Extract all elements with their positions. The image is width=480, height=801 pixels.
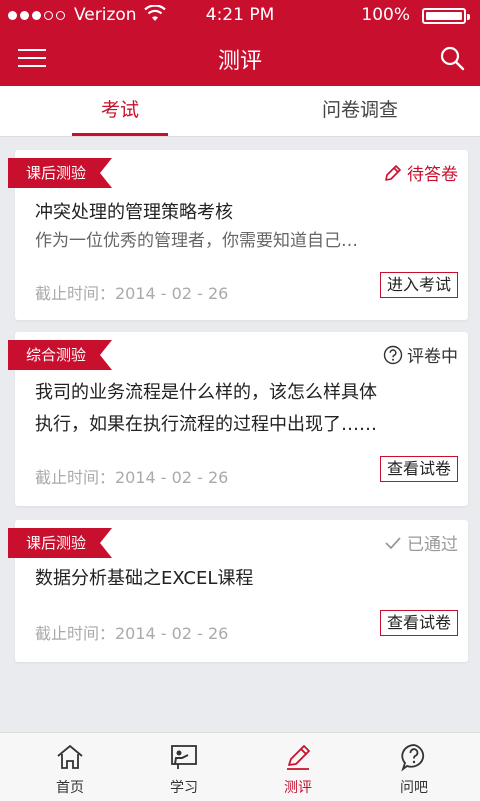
bottom-nav-assessment[interactable]: 测评 bbox=[238, 733, 358, 801]
page-title: 测评 bbox=[217, 49, 262, 74]
exam-status: 待答卷 bbox=[383, 160, 458, 185]
search-icon[interactable] bbox=[438, 44, 468, 74]
exam-status: 评卷中 bbox=[383, 342, 458, 367]
bottom-nav-label: 测评 bbox=[284, 780, 312, 796]
exam-status: 已通过 bbox=[383, 530, 458, 555]
exam-description: 作为一位优秀的管理者，你需要知道自己… bbox=[35, 231, 358, 251]
exam-title-line-1: 我司的业务流程是什么样的，该怎么样具体 bbox=[35, 382, 377, 403]
exam-type-tag: 课后测验 bbox=[8, 158, 112, 188]
question-circle-icon bbox=[383, 345, 403, 364]
battery-icon bbox=[422, 8, 470, 24]
bottom-nav-ask[interactable]: 问吧 bbox=[354, 733, 474, 801]
exam-deadline: 截止时间：2014 - 02 - 26 bbox=[35, 284, 229, 303]
tab-exam[interactable]: 考试 bbox=[0, 86, 240, 136]
exam-card[interactable]: 课后测验 已通过 数据分析基础之EXCEL课程 截止时间：2014 - 02 -… bbox=[15, 520, 468, 662]
bottom-nav-label: 学习 bbox=[170, 780, 198, 796]
nav-bar: 测评 bbox=[0, 30, 480, 86]
exam-status-label: 已通过 bbox=[407, 535, 458, 555]
enter-exam-button[interactable]: 进入考试 bbox=[379, 272, 458, 298]
tab-bar: 考试 问卷调查 bbox=[0, 86, 480, 137]
exam-status-label: 评卷中 bbox=[407, 347, 458, 367]
exam-status-label: 待答卷 bbox=[407, 165, 458, 185]
exam-card[interactable]: 课后测验 待答卷 冲突处理的管理策略考核 作为一位优秀的管理者，你需要知道自己…… bbox=[15, 150, 468, 320]
bottom-nav-label: 问吧 bbox=[400, 780, 428, 796]
exam-card[interactable]: 综合测验 评卷中 我司的业务流程是什么样的，该怎么样具体 执行，如果在执行流程的… bbox=[15, 332, 468, 506]
exam-type-tag: 课后测验 bbox=[8, 528, 112, 558]
exam-title-line-2: 执行，如果在执行流程的过程中出现了…… bbox=[35, 414, 377, 435]
tab-survey[interactable]: 问卷调查 bbox=[240, 86, 480, 136]
bottom-nav-home[interactable]: 首页 bbox=[10, 733, 130, 801]
battery-percent: 100% bbox=[361, 5, 410, 25]
exam-type-tag: 综合测验 bbox=[8, 340, 112, 370]
exam-deadline: 截止时间：2014 - 02 - 26 bbox=[35, 624, 229, 643]
view-paper-button[interactable]: 查看试卷 bbox=[379, 610, 458, 636]
study-icon bbox=[171, 745, 197, 769]
view-paper-button[interactable]: 查看试卷 bbox=[379, 456, 458, 482]
pencil-icon bbox=[385, 164, 401, 181]
exam-deadline: 截止时间：2014 - 02 - 26 bbox=[35, 468, 229, 487]
bottom-nav-label: 首页 bbox=[56, 780, 84, 796]
status-bar: Verizon 4:21 PM 100% bbox=[0, 0, 480, 30]
bottom-nav: 首页 学习 测评 问吧 bbox=[0, 732, 480, 801]
question-bubble-icon bbox=[401, 744, 425, 772]
exam-title: 数据分析基础之EXCEL课程 bbox=[35, 568, 254, 589]
home-icon bbox=[57, 744, 83, 769]
pencil-icon bbox=[287, 745, 310, 770]
exam-title: 冲突处理的管理策略考核 bbox=[35, 202, 233, 223]
bottom-nav-study[interactable]: 学习 bbox=[124, 733, 244, 801]
check-icon bbox=[385, 536, 401, 549]
